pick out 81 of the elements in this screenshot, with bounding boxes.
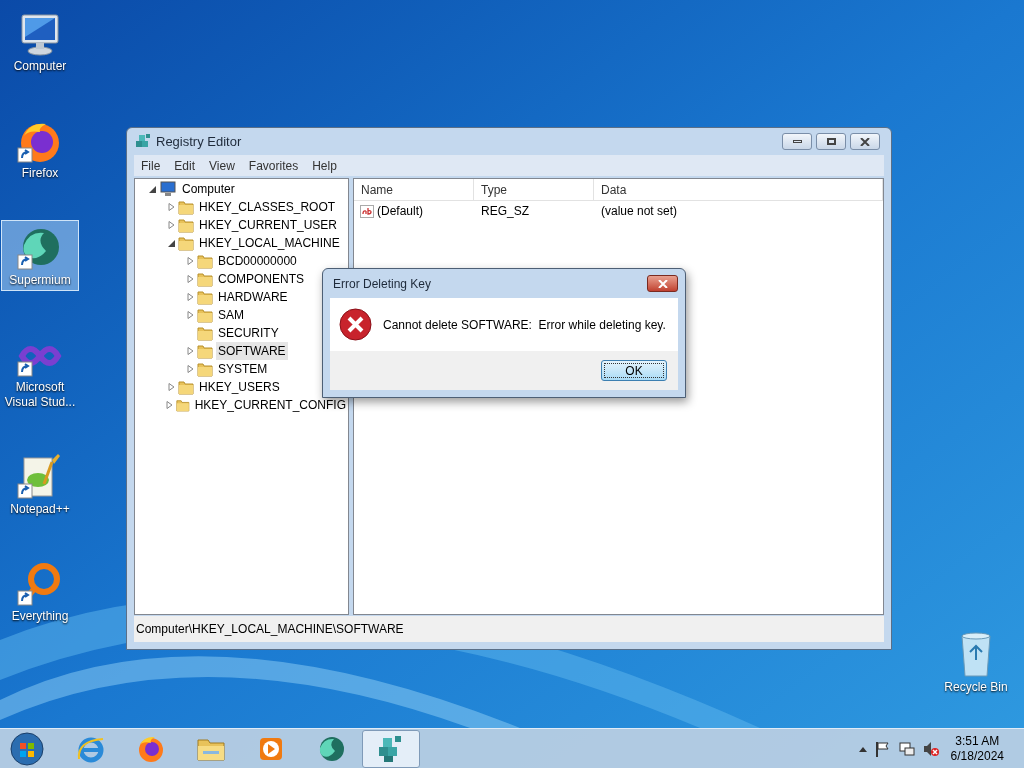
collapsed-triangle-icon[interactable] [186, 275, 194, 283]
icon-label[interactable]: Microsoft Visual Stud... [2, 380, 78, 410]
collapsed-triangle-icon[interactable] [167, 221, 175, 229]
menu-item[interactable]: Favorites [248, 156, 299, 175]
folder-icon [197, 253, 213, 269]
tree-item[interactable]: BCD00000000 [216, 252, 299, 270]
table-cell-text: REG_SZ [480, 203, 530, 220]
folder-icon [178, 217, 194, 233]
tree-item[interactable]: HKEY_LOCAL_MACHINE [197, 234, 342, 252]
tree-item[interactable]: HKEY_USERS [197, 378, 282, 396]
icon-label[interactable]: Firefox [21, 166, 59, 181]
maximize-icon [826, 138, 836, 145]
clock-time[interactable]: 3:51 AM [955, 733, 1000, 749]
minimize-icon [792, 140, 802, 143]
collapsed-triangle-icon[interactable] [167, 203, 175, 211]
tree-item[interactable]: COMPONENTS [216, 270, 306, 288]
dialog-title: Error Deleting Key [333, 275, 432, 293]
close-icon [657, 279, 668, 288]
desktop-icon[interactable]: Notepad++ [1, 449, 79, 520]
tree-item[interactable]: Computer [180, 180, 237, 198]
clock-date[interactable]: 6/18/2024 [950, 748, 1004, 764]
folder-icon [197, 325, 213, 341]
tree-item[interactable]: SYSTEM [216, 360, 270, 378]
close-icon [860, 137, 870, 146]
collapsed-triangle-icon[interactable] [186, 257, 194, 265]
folder-icon [197, 361, 213, 377]
collapsed-triangle-icon[interactable] [167, 383, 175, 391]
icon-label[interactable]: Computer [13, 59, 67, 74]
close-button[interactable] [647, 275, 678, 292]
error-icon [339, 308, 372, 341]
folder-icon [178, 199, 194, 215]
collapsed-triangle-icon[interactable] [186, 365, 194, 373]
tree-item[interactable]: SAM [216, 306, 246, 324]
expanded-triangle-icon[interactable] [167, 239, 175, 247]
folder-icon [197, 343, 213, 359]
expanded-triangle-icon[interactable] [148, 185, 156, 193]
collapsed-triangle-icon[interactable] [166, 401, 174, 409]
table-cell-text: (value not set) [600, 203, 679, 220]
value-name[interactable]: (Default) [377, 202, 423, 220]
icon-label[interactable]: Notepad++ [10, 502, 70, 517]
column-header[interactable]: Name [354, 179, 474, 200]
menu-item[interactable]: Help [312, 156, 337, 175]
close-button[interactable] [850, 133, 880, 150]
maximize-button[interactable] [816, 133, 846, 150]
taskbar-button[interactable] [362, 729, 420, 768]
window-title: Registry Editor [156, 132, 242, 151]
collapsed-triangle-icon[interactable] [186, 347, 194, 355]
column-header[interactable]: Data [594, 179, 883, 200]
error-message: Cannot delete SOFTWARE: Error while deleting key. [383, 316, 666, 334]
tree-item[interactable]: SECURITY [216, 324, 281, 342]
folder-icon [178, 235, 194, 251]
folder-icon [197, 289, 213, 305]
tree-item[interactable]: HKEY_CLASSES_ROOT [197, 198, 338, 216]
collapsed-triangle-icon[interactable] [186, 311, 194, 319]
folder-icon [178, 379, 194, 395]
volume-muted-icon[interactable] [922, 740, 939, 757]
network-icon[interactable] [898, 740, 915, 757]
string-value-icon [360, 204, 374, 218]
desktop-icon[interactable]: Microsoft Visual Stud... [1, 327, 79, 413]
status-text: Computer\HKEY_LOCAL_MACHINE\SOFTWARE [136, 621, 404, 638]
ok-button[interactable]: OK [601, 360, 667, 381]
tree-item[interactable]: SOFTWARE [216, 342, 288, 360]
folder-icon [175, 397, 190, 413]
tree-item[interactable]: HKEY_CURRENT_CONFIG [192, 396, 348, 414]
icon-label[interactable]: Everything [11, 609, 69, 624]
column-header[interactable]: Type [474, 179, 594, 200]
show-hidden-icons-icon[interactable] [858, 745, 867, 752]
tree-item[interactable]: HKEY_CURRENT_USER [197, 216, 340, 234]
collapsed-triangle-icon[interactable] [186, 293, 194, 301]
folder-icon [197, 271, 213, 287]
minimize-button[interactable] [782, 133, 812, 150]
computer-icon [159, 181, 177, 197]
desktop-icon[interactable]: Computer [1, 6, 79, 77]
menu-item[interactable]: View [209, 156, 235, 175]
folder-icon [197, 307, 213, 323]
menu-item[interactable]: File [141, 156, 161, 175]
tree-item[interactable]: HARDWARE [216, 288, 290, 306]
menu-item[interactable]: Edit [174, 156, 196, 175]
desktop-icon[interactable]: Firefox [1, 113, 79, 184]
desktop-icon[interactable]: Everything [1, 556, 79, 627]
flag-icon[interactable] [874, 740, 891, 757]
